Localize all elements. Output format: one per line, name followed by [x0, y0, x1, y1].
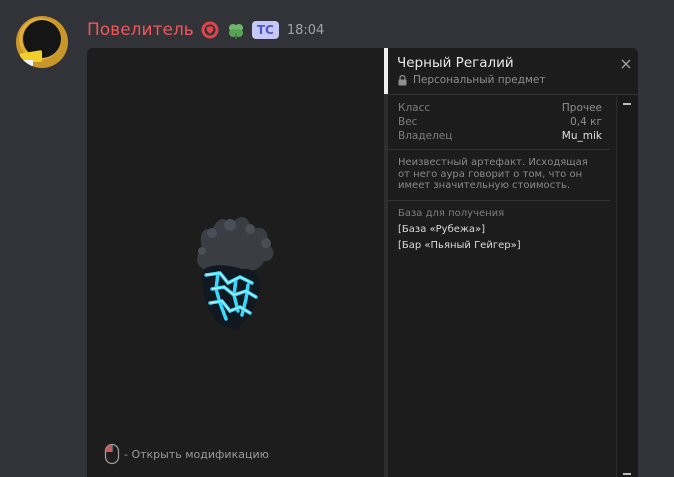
item-subtitle-row: Персональный предмет [398, 74, 545, 86]
mouse-icon [104, 443, 120, 465]
clover-badge-icon[interactable] [226, 20, 246, 40]
description-separator [388, 200, 610, 201]
hint-text: - Открыть модификацию [124, 447, 269, 461]
property-label: Владелец [398, 130, 453, 142]
message-timestamp: 18:04 [286, 22, 325, 38]
base-link[interactable]: [Бар «Пьяный Гейгер»] [398, 240, 521, 251]
property-row-weight: Вес 0,4 кг [398, 115, 602, 129]
item-name: Черный Регалий [397, 55, 514, 71]
server-tag-badge[interactable]: ТС [251, 21, 279, 39]
avatar-feet [19, 60, 33, 66]
user-avatar[interactable] [16, 16, 68, 68]
message-header: Повелитель ТС 18:04 [87, 17, 324, 43]
property-row-owner: Владелец Mu_mik [398, 129, 602, 143]
item-properties: Класс Прочее Вес 0,4 кг Владелец Mu_mik [398, 101, 602, 143]
property-value: 0,4 кг [570, 116, 602, 128]
username[interactable]: Повелитель [87, 17, 194, 43]
properties-separator [388, 149, 610, 150]
header-separator [388, 94, 638, 95]
bases-title: База для получения [398, 208, 505, 219]
artifact-icon [197, 216, 274, 330]
item-screenshot-embed[interactable]: - Открыть модификацию Черный Регалий Пер… [87, 48, 638, 477]
property-label: Класс [398, 102, 431, 114]
item-preview-area: - Открыть модификацию [87, 48, 384, 477]
property-value: Mu_mik [561, 130, 602, 142]
property-row-class: Класс Прочее [398, 101, 602, 115]
item-subtitle: Персональный предмет [413, 74, 546, 86]
item-description: Неизвестный артефакт. Исходящая от него … [398, 157, 588, 191]
discord-message: Повелитель ТС 18:04 - Открыть модификаци… [0, 0, 674, 477]
item-info-panel: Черный Регалий Персональный предмет Клас… [388, 48, 638, 477]
base-link[interactable]: [База «Рубежа»] [398, 224, 485, 235]
property-label: Вес [398, 116, 418, 128]
lock-icon [398, 74, 407, 85]
scroll-up-button[interactable] [623, 103, 631, 105]
scroll-down-button[interactable] [623, 473, 631, 475]
shield-badge-icon[interactable] [200, 20, 220, 40]
scrollbar-track[interactable] [616, 96, 638, 477]
property-value: Прочее [561, 102, 602, 114]
open-modification-hint: - Открыть модификацию [104, 443, 269, 465]
close-icon[interactable] [620, 58, 632, 70]
